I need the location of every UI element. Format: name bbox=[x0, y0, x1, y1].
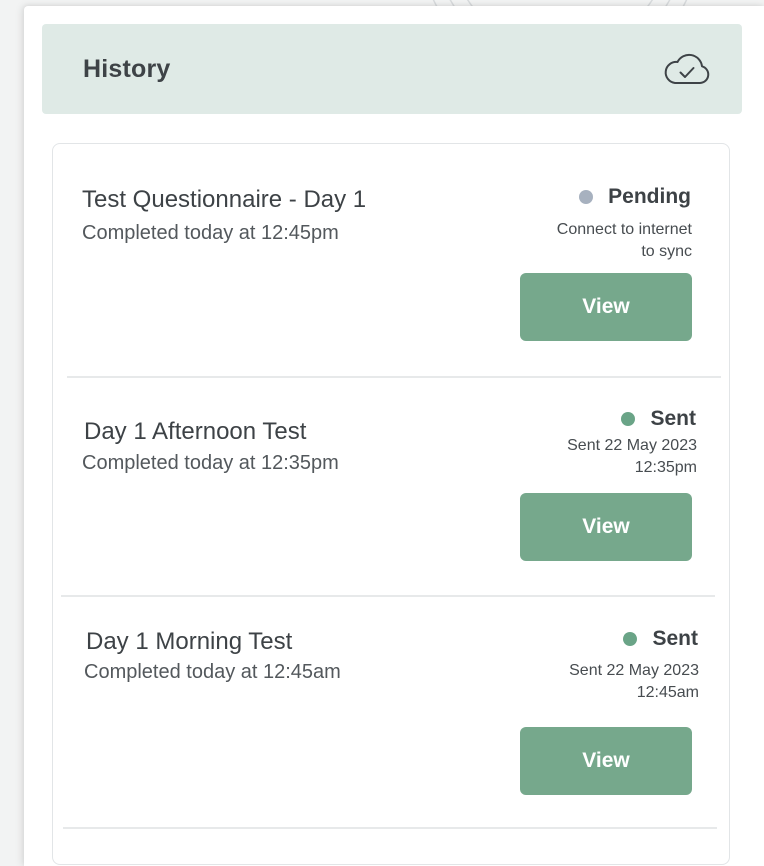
view-button[interactable]: View bbox=[520, 493, 692, 561]
entry-completed-time: Completed today at 12:45pm bbox=[82, 222, 339, 244]
status-note: Sent 22 May 2023 12:35pm bbox=[567, 435, 697, 479]
page-title: History bbox=[83, 55, 171, 83]
entry-title: Test Questionnaire - Day 1 bbox=[82, 186, 367, 213]
history-list: Test Questionnaire - Day 1 Completed tod… bbox=[52, 143, 730, 865]
status-note: Connect to internet to sync bbox=[557, 219, 692, 263]
entry-title: Day 1 Afternoon Test bbox=[84, 418, 307, 445]
status-note-line: Sent 22 May 2023 bbox=[569, 662, 699, 679]
entry-completed-time: Completed today at 12:35pm bbox=[82, 452, 339, 474]
entry-completed-time: Completed today at 12:45am bbox=[84, 661, 341, 683]
view-button[interactable]: View bbox=[520, 727, 692, 795]
history-header: History bbox=[42, 24, 742, 114]
divider bbox=[67, 376, 721, 378]
status-dot bbox=[621, 412, 636, 426]
status-note-line: Sent 22 May 2023 bbox=[567, 437, 697, 454]
status-note: Sent 22 May 2023 12:45am bbox=[569, 660, 699, 704]
status-note-line: 12:45am bbox=[636, 684, 699, 701]
status-dot bbox=[579, 190, 594, 204]
status-note-line: Connect to internet bbox=[556, 221, 692, 238]
status-badge: Sent bbox=[623, 627, 698, 651]
status-label: Sent bbox=[652, 627, 698, 650]
status-label: Pending bbox=[608, 185, 691, 208]
divider bbox=[63, 827, 717, 829]
view-button[interactable]: View bbox=[520, 273, 692, 341]
status-badge: Pending bbox=[579, 185, 691, 209]
status-badge: Sent bbox=[621, 407, 696, 431]
status-dot bbox=[623, 632, 638, 646]
entry-title: Day 1 Morning Test bbox=[86, 628, 293, 655]
status-label: Sent bbox=[650, 407, 696, 430]
divider bbox=[61, 595, 715, 597]
cloud-check-icon[interactable] bbox=[664, 52, 710, 86]
status-note-line: 12:35pm bbox=[634, 459, 697, 476]
status-note-line: to sync bbox=[641, 243, 692, 260]
